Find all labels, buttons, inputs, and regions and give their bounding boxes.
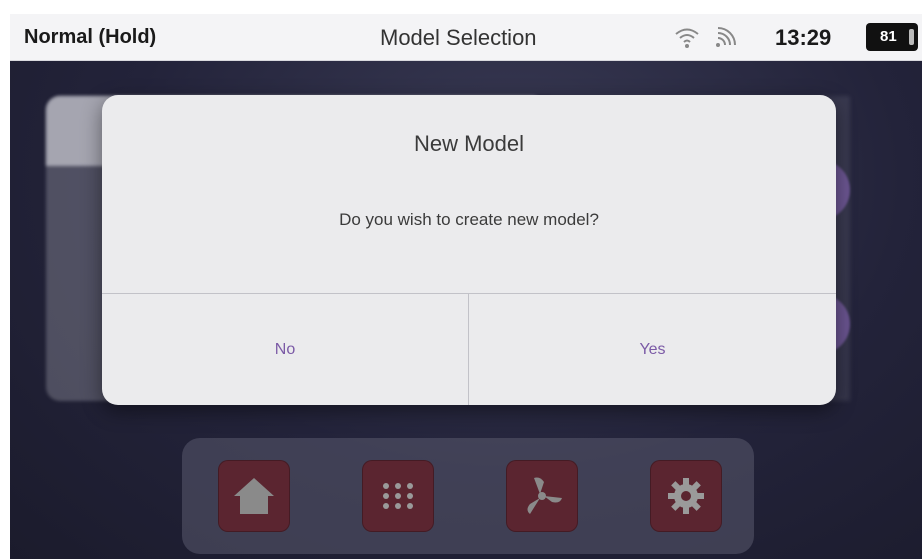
- status-bar: Normal (Hold) Model Selection 13:29 81: [10, 14, 922, 61]
- dialog-title: New Model: [413, 131, 525, 156]
- wifi-icon: [675, 28, 699, 48]
- fan-button[interactable]: [506, 460, 578, 532]
- settings-button[interactable]: [650, 460, 722, 532]
- battery-icon: 81: [866, 23, 918, 51]
- flight-mode-label: Normal (Hold): [24, 26, 157, 48]
- fan-icon: [527, 477, 562, 514]
- bottom-dock: [182, 438, 754, 554]
- new-model-dialog: New Model Do you wish to create new mode…: [102, 95, 836, 405]
- home-button[interactable]: [218, 460, 290, 532]
- battery-tip: [909, 29, 914, 45]
- device-screen: Normal (Hold) Model Selection 13:29 81 N…: [10, 14, 922, 559]
- no-button[interactable]: No: [102, 294, 468, 405]
- home-icon: [234, 478, 274, 514]
- signal-icon: [716, 27, 736, 47]
- clock: 13:29: [775, 25, 832, 50]
- page-title: Model Selection: [380, 25, 537, 50]
- gear-icon: [668, 478, 704, 514]
- apps-button[interactable]: [362, 460, 434, 532]
- grid-apps-icon: [383, 483, 413, 509]
- dialog-message: Do you wish to create new model?: [339, 210, 599, 229]
- yes-button[interactable]: Yes: [469, 294, 836, 405]
- battery-level: 81: [880, 28, 897, 45]
